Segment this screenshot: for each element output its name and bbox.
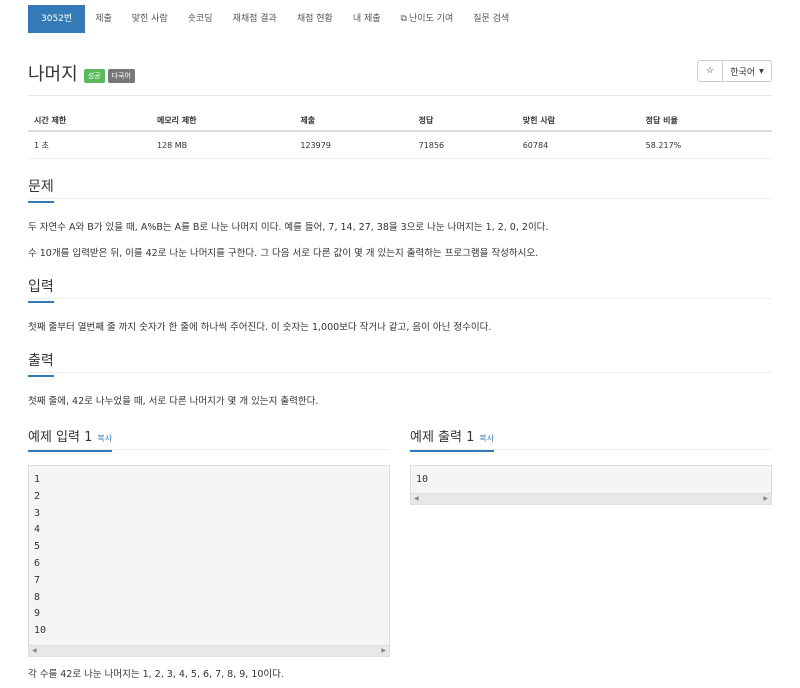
sample-output-title: 예제 출력 1 — [410, 430, 475, 445]
heading-underline — [28, 450, 113, 452]
table-row: 1 초 128 MB 123979 71856 60784 58.217% — [28, 131, 772, 159]
nav-tab-questions[interactable]: 질문 검색 — [463, 5, 519, 33]
sample-note: 각 수를 42로 나눈 나머지는 1, 2, 3, 4, 5, 6, 7, 8,… — [28, 669, 284, 680]
sample-input-title: 예제 입력 1 — [28, 430, 93, 445]
copy-input-button[interactable]: 복사 — [97, 434, 112, 443]
section-divider — [28, 198, 772, 199]
problem-nav: 3052번 제출 맞힌 사람 숏코딩 재채점 결과 채점 현황 내 제출 ⧉ 난… — [28, 5, 519, 33]
nav-tab-short-coding[interactable]: 숏코딩 — [178, 5, 223, 33]
cell-memory-limit: 128 MB — [150, 131, 295, 159]
header-submissions: 제출 — [294, 110, 413, 132]
header-time-limit: 시간 제한 — [28, 110, 151, 132]
input-description: 첫째 줄부터 열번째 줄 까지 숫자가 한 줄에 하나씩 주어진다. 이 숫자는… — [28, 322, 492, 333]
problem-title-row: 나머지 성공 다국어 — [28, 60, 138, 86]
section-heading-output: 출력 — [28, 350, 54, 377]
page-title: 나머지 — [28, 64, 78, 85]
header-accepted: 정답 — [412, 110, 517, 132]
title-actions: ☆ 한국어 ▼ — [697, 60, 772, 82]
cell-accepted: 71856 — [412, 131, 517, 159]
caret-down-icon: ▼ — [759, 67, 764, 75]
scroll-left-icon[interactable]: ◀ — [32, 646, 37, 656]
section-divider — [28, 298, 772, 299]
status-badge-multilang: 다국어 — [107, 69, 135, 83]
sample-input-heading: 예제 입력 1 복사 — [28, 426, 113, 452]
star-icon: ☆ — [705, 66, 715, 76]
nav-tab-rejudge[interactable]: 재채점 결과 — [223, 5, 287, 33]
copy-output-button[interactable]: 복사 — [479, 434, 494, 443]
heading-underline — [28, 375, 54, 377]
problem-info-table: 시간 제한 메모리 제한 제출 정답 맞힌 사람 정답 비율 1 초 128 M… — [28, 110, 772, 159]
heading-underline — [410, 450, 495, 452]
horizontal-scrollbar[interactable]: ◀ ▶ — [411, 493, 771, 504]
horizontal-scrollbar[interactable]: ◀ ▶ — [29, 645, 389, 656]
cell-submissions: 123979 — [294, 131, 413, 159]
external-link-icon: ⧉ — [400, 14, 407, 24]
nav-tab-solvers[interactable]: 맞힌 사람 — [122, 5, 178, 33]
header-solvers: 맞힌 사람 — [516, 110, 640, 132]
cell-ratio: 58.217% — [639, 131, 772, 159]
language-dropdown[interactable]: 한국어 ▼ — [723, 60, 772, 82]
favorite-star-button[interactable]: ☆ — [697, 60, 723, 82]
section-divider — [28, 449, 390, 450]
section-divider — [410, 449, 772, 450]
section-heading-input-text: 입력 — [28, 279, 54, 295]
nav-tab-difficulty[interactable]: ⧉ 난이도 기여 — [391, 5, 464, 33]
section-heading-output-text: 출력 — [28, 353, 54, 369]
cell-time-limit: 1 초 — [28, 131, 151, 159]
sample-input-box[interactable]: 1 2 3 4 5 6 7 8 9 10 — [28, 465, 390, 657]
section-heading-input: 입력 — [28, 276, 54, 303]
language-label: 한국어 — [730, 67, 756, 78]
scroll-right-icon[interactable]: ▶ — [381, 646, 386, 656]
header-memory-limit: 메모리 제한 — [150, 110, 295, 132]
sample-output-heading: 예제 출력 1 복사 — [410, 426, 495, 452]
nav-tab-difficulty-label: 난이도 기여 — [408, 14, 454, 24]
heading-underline — [28, 301, 54, 303]
status-badge-success: 성공 — [83, 69, 105, 83]
nav-tab-submit[interactable]: 제출 — [85, 5, 122, 33]
title-divider — [28, 95, 772, 96]
problem-description-2: 수 10개를 입력받은 뒤, 이를 42로 나눈 나머지를 구한다. 그 다음 … — [28, 248, 539, 259]
heading-underline — [28, 201, 54, 203]
nav-tab-my-submissions[interactable]: 내 제출 — [343, 5, 391, 33]
section-heading-problem-text: 문제 — [28, 179, 54, 195]
table-header-row: 시간 제한 메모리 제한 제출 정답 맞힌 사람 정답 비율 — [28, 110, 772, 132]
section-divider — [28, 372, 772, 373]
scroll-left-icon[interactable]: ◀ — [414, 494, 419, 504]
nav-tab-status[interactable]: 채점 현황 — [287, 5, 343, 33]
cell-solvers: 60784 — [516, 131, 640, 159]
output-description: 첫째 줄에, 42로 나누었을 때, 서로 다른 나머지가 몇 개 있는지 출력… — [28, 396, 319, 407]
header-ratio: 정답 비율 — [639, 110, 772, 132]
problem-description-1: 두 자연수 A와 B가 있을 때, A%B는 A를 B로 나눈 나머지 이다. … — [28, 222, 549, 233]
section-heading-problem: 문제 — [28, 176, 54, 203]
nav-tab-problem[interactable]: 3052번 — [28, 5, 86, 33]
scroll-right-icon[interactable]: ▶ — [763, 494, 768, 504]
